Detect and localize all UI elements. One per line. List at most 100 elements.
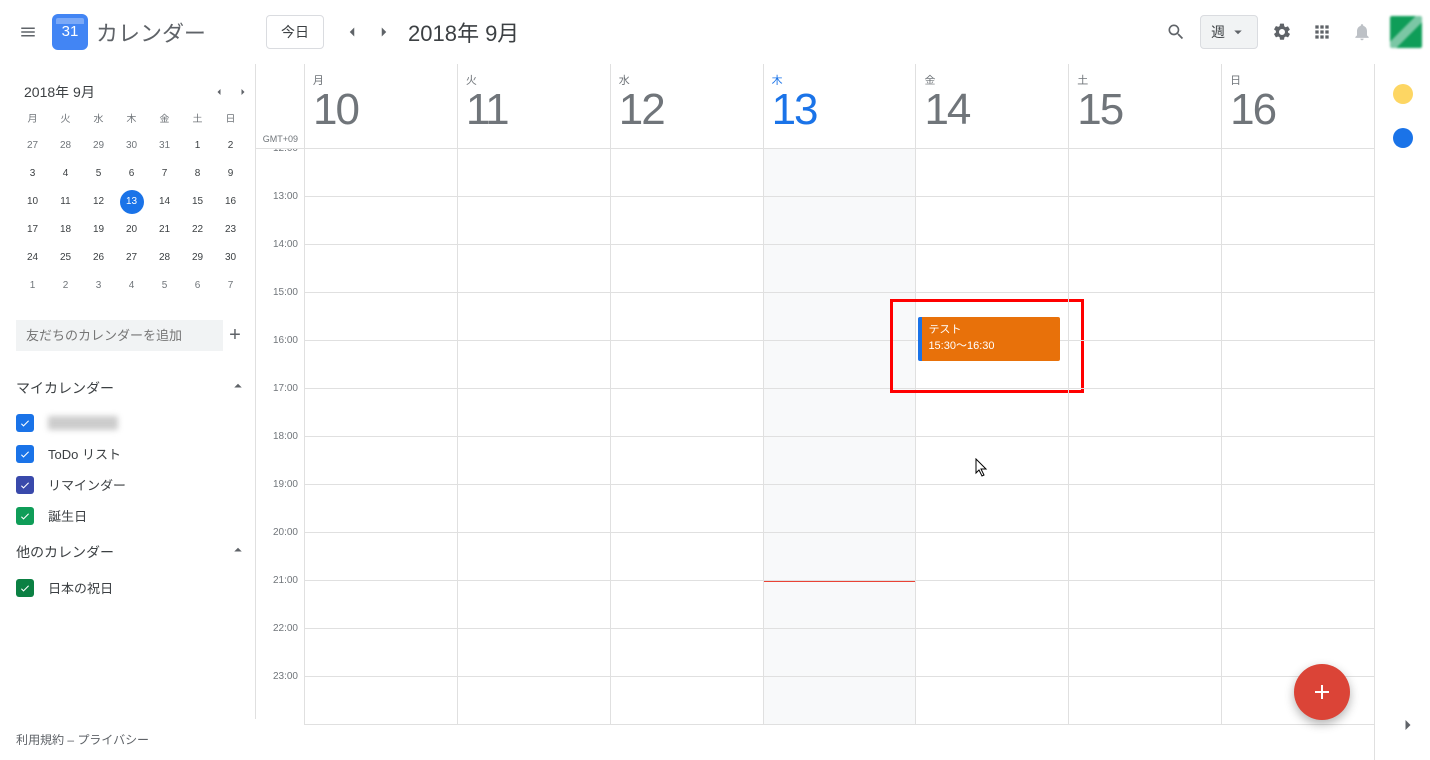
hour-cell[interactable] bbox=[764, 629, 916, 677]
today-button[interactable]: 今日 bbox=[266, 15, 324, 49]
hour-cell[interactable] bbox=[1069, 437, 1221, 485]
day-header-col[interactable]: 木13 bbox=[763, 64, 916, 148]
mini-cal-day[interactable]: 27 bbox=[120, 246, 144, 270]
day-column[interactable] bbox=[1221, 149, 1374, 725]
mini-cal-day[interactable]: 27 bbox=[21, 134, 45, 158]
calendar-item[interactable]: ToDo リスト bbox=[16, 438, 255, 469]
settings-button[interactable] bbox=[1262, 12, 1302, 52]
hour-cell[interactable] bbox=[458, 677, 610, 725]
mini-cal-day[interactable]: 28 bbox=[153, 246, 177, 270]
hour-cell[interactable] bbox=[916, 677, 1068, 725]
calendar-checkbox[interactable] bbox=[16, 507, 34, 525]
mini-cal-day[interactable]: 1 bbox=[186, 134, 210, 158]
hour-cell[interactable] bbox=[1069, 677, 1221, 725]
mini-cal-day[interactable]: 2 bbox=[54, 274, 78, 298]
menu-button[interactable] bbox=[8, 12, 48, 52]
mini-cal-day[interactable]: 24 bbox=[21, 246, 45, 270]
mini-cal-day[interactable]: 17 bbox=[21, 218, 45, 242]
tasks-icon[interactable] bbox=[1393, 128, 1413, 148]
hour-cell[interactable] bbox=[458, 293, 610, 341]
mini-cal-day[interactable]: 4 bbox=[54, 162, 78, 186]
mini-cal-day[interactable]: 25 bbox=[54, 246, 78, 270]
mini-cal-day[interactable]: 1 bbox=[21, 274, 45, 298]
hour-cell[interactable] bbox=[305, 197, 457, 245]
mini-cal-day[interactable]: 4 bbox=[120, 274, 144, 298]
account-avatar[interactable] bbox=[1390, 16, 1422, 48]
day-columns[interactable]: テスト15:30～16:30 bbox=[304, 149, 1374, 725]
mini-cal-day[interactable]: 2 bbox=[219, 134, 243, 158]
mini-cal-day[interactable]: 21 bbox=[153, 218, 177, 242]
day-header-col[interactable]: 月10 bbox=[304, 64, 457, 148]
hour-cell[interactable] bbox=[1069, 149, 1221, 197]
day-header-col[interactable]: 水12 bbox=[610, 64, 763, 148]
mini-cal-day[interactable]: 22 bbox=[186, 218, 210, 242]
mini-cal-day[interactable]: 14 bbox=[153, 190, 177, 214]
hour-cell[interactable] bbox=[916, 581, 1068, 629]
hour-cell[interactable] bbox=[916, 245, 1068, 293]
hour-cell[interactable] bbox=[1222, 149, 1374, 197]
hour-cell[interactable] bbox=[1222, 197, 1374, 245]
hour-cell[interactable] bbox=[458, 389, 610, 437]
hour-cell[interactable] bbox=[1069, 533, 1221, 581]
mini-cal-day[interactable]: 9 bbox=[219, 162, 243, 186]
mini-cal-prev[interactable] bbox=[207, 80, 231, 104]
hour-cell[interactable] bbox=[1069, 485, 1221, 533]
search-button[interactable] bbox=[1156, 12, 1196, 52]
hour-cell[interactable] bbox=[611, 149, 763, 197]
hour-cell[interactable] bbox=[764, 485, 916, 533]
mini-cal-day[interactable]: 6 bbox=[186, 274, 210, 298]
mini-cal-day[interactable]: 3 bbox=[21, 162, 45, 186]
hour-cell[interactable] bbox=[916, 197, 1068, 245]
view-selector[interactable]: 週 bbox=[1200, 15, 1258, 49]
apps-button[interactable] bbox=[1302, 12, 1342, 52]
hour-cell[interactable] bbox=[1069, 629, 1221, 677]
day-header-col[interactable]: 日16 bbox=[1221, 64, 1374, 148]
hour-cell[interactable] bbox=[305, 341, 457, 389]
hour-cell[interactable] bbox=[305, 437, 457, 485]
mini-cal-day[interactable]: 3 bbox=[87, 274, 111, 298]
hour-cell[interactable] bbox=[611, 485, 763, 533]
day-header-col[interactable]: 火11 bbox=[457, 64, 610, 148]
hour-cell[interactable] bbox=[458, 629, 610, 677]
hour-cell[interactable] bbox=[1222, 245, 1374, 293]
day-column[interactable] bbox=[304, 149, 457, 725]
hour-cell[interactable] bbox=[611, 629, 763, 677]
hour-cell[interactable] bbox=[1222, 629, 1374, 677]
hour-cell[interactable] bbox=[458, 581, 610, 629]
calendar-checkbox[interactable] bbox=[16, 445, 34, 463]
mini-cal-day[interactable]: 5 bbox=[87, 162, 111, 186]
hour-cell[interactable] bbox=[1069, 389, 1221, 437]
mini-cal-day[interactable]: 26 bbox=[87, 246, 111, 270]
hour-cell[interactable] bbox=[764, 293, 916, 341]
mini-cal-day[interactable]: 29 bbox=[87, 134, 111, 158]
calendar-checkbox[interactable] bbox=[16, 414, 34, 432]
mini-calendar[interactable]: 月火水木金土日272829303112345678910111213141516… bbox=[16, 108, 255, 312]
hour-cell[interactable] bbox=[1222, 533, 1374, 581]
hour-cell[interactable] bbox=[764, 581, 916, 629]
hour-cell[interactable] bbox=[764, 533, 916, 581]
create-event-fab[interactable] bbox=[1294, 664, 1350, 720]
mini-cal-day[interactable]: 15 bbox=[186, 190, 210, 214]
hour-cell[interactable] bbox=[611, 677, 763, 725]
mini-cal-day[interactable]: 18 bbox=[54, 218, 78, 242]
hour-cell[interactable] bbox=[1069, 245, 1221, 293]
hour-cell[interactable] bbox=[764, 197, 916, 245]
hour-cell[interactable] bbox=[1222, 437, 1374, 485]
hour-cell[interactable] bbox=[764, 389, 916, 437]
hour-cell[interactable] bbox=[1222, 389, 1374, 437]
hour-cell[interactable] bbox=[611, 245, 763, 293]
mini-cal-day[interactable]: 28 bbox=[54, 134, 78, 158]
hour-cell[interactable] bbox=[764, 149, 916, 197]
hour-cell[interactable] bbox=[458, 149, 610, 197]
prev-week-button[interactable] bbox=[336, 16, 368, 48]
hour-cell[interactable] bbox=[458, 197, 610, 245]
my-calendars-header[interactable]: マイカレンダー bbox=[16, 367, 255, 408]
mini-cal-day[interactable]: 30 bbox=[120, 134, 144, 158]
calendar-checkbox[interactable] bbox=[16, 476, 34, 494]
day-header-col[interactable]: 金14 bbox=[915, 64, 1068, 148]
hour-cell[interactable] bbox=[764, 245, 916, 293]
calendar-checkbox[interactable] bbox=[16, 579, 34, 597]
hour-cell[interactable] bbox=[305, 149, 457, 197]
mini-cal-day[interactable]: 7 bbox=[153, 162, 177, 186]
day-column[interactable] bbox=[457, 149, 610, 725]
